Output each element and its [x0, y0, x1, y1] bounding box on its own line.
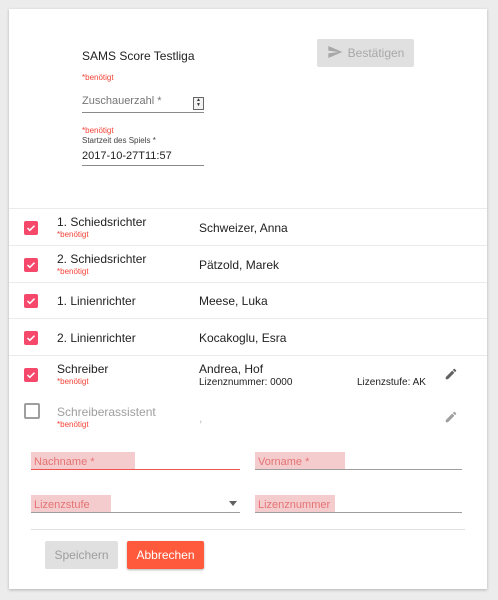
lastname-input[interactable]: Nachname * — [31, 452, 135, 470]
check-icon — [26, 372, 36, 379]
license-number-underline — [255, 512, 462, 513]
confirm-button[interactable]: Bestätigen — [317, 39, 414, 67]
role-label: Schreiberassistent — [57, 405, 156, 419]
license-number-placeholder: Lizenznummer — [258, 499, 331, 511]
spectators-input[interactable]: Zuschauerzahl * — [82, 95, 162, 107]
edit-icon[interactable] — [444, 367, 458, 381]
checkbox-linesman-1[interactable] — [24, 294, 38, 308]
start-time-input[interactable]: 2017-10-27T11:57 — [82, 150, 172, 162]
divider — [9, 282, 487, 283]
role-label: Schreiber — [57, 362, 109, 376]
role-required-note: *benötigt — [57, 267, 89, 276]
start-time-required-note: *benötigt — [82, 126, 114, 135]
start-time-underline — [82, 165, 204, 166]
role-label: 1. Schiedsrichter — [57, 215, 147, 229]
officials-card: SAMS Score Testliga *benötigt Bestätigen… — [9, 9, 487, 589]
divider — [9, 245, 487, 246]
role-label: 1. Linienrichter — [57, 294, 136, 308]
role-label: 2. Linienrichter — [57, 331, 136, 345]
divider — [9, 208, 487, 209]
divider — [31, 529, 465, 530]
role-label: 2. Schiedsrichter — [57, 252, 147, 266]
license-number: Lizenznummer: 0000 — [199, 377, 293, 388]
checkbox-scorer[interactable] — [24, 368, 38, 382]
firstname-underline — [255, 469, 462, 470]
cancel-button[interactable]: Abbrechen — [127, 541, 204, 569]
checkbox-referee-1[interactable] — [24, 221, 38, 235]
check-icon — [26, 335, 36, 342]
check-icon — [26, 225, 36, 232]
checkbox-assistant-scorer[interactable] — [24, 403, 40, 419]
firstname-placeholder: Vorname * — [258, 456, 310, 468]
spectators-stepper[interactable]: ▲ ▼ — [193, 97, 204, 110]
firstname-input[interactable]: Vorname * — [255, 452, 345, 470]
checkbox-linesman-2[interactable] — [24, 331, 38, 345]
spectators-underline — [82, 112, 204, 113]
save-button[interactable]: Speichern — [45, 541, 118, 569]
dropdown-arrow-icon[interactable] — [229, 501, 237, 506]
license-level-select[interactable]: Lizenzstufe — [31, 495, 111, 513]
check-icon — [26, 298, 36, 305]
license-level-underline — [31, 512, 240, 513]
license-number-input[interactable]: Lizenznummer — [255, 495, 335, 513]
divider — [9, 355, 487, 356]
official-name: Pätzold, Marek — [199, 258, 280, 272]
spectators-required-note: *benötigt — [82, 73, 114, 82]
edit-icon[interactable] — [444, 410, 458, 424]
license-level-placeholder: Lizenzstufe — [34, 499, 90, 511]
official-name: , — [199, 411, 203, 425]
license-level: Lizenzstufe: AK — [357, 377, 426, 388]
official-name: Andrea, Hof — [199, 362, 264, 376]
official-name: Schweizer, Anna — [199, 221, 288, 235]
official-name: Meese, Luka — [199, 294, 268, 308]
checkbox-referee-2[interactable] — [24, 258, 38, 272]
role-required-note: *benötigt — [57, 230, 89, 239]
official-name: Kocakoglu, Esra — [199, 331, 287, 345]
confirm-button-label: Bestätigen — [347, 46, 405, 60]
role-required-note: *benötigt — [57, 377, 89, 386]
start-time-label: Startzeit des Spiels * — [82, 136, 156, 145]
lastname-underline — [31, 469, 240, 470]
role-required-note: *benötigt — [57, 420, 89, 429]
divider — [9, 318, 487, 319]
check-icon — [26, 262, 36, 269]
lastname-placeholder: Nachname * — [34, 456, 95, 468]
league-title: SAMS Score Testliga — [82, 49, 195, 63]
send-icon — [327, 44, 343, 63]
